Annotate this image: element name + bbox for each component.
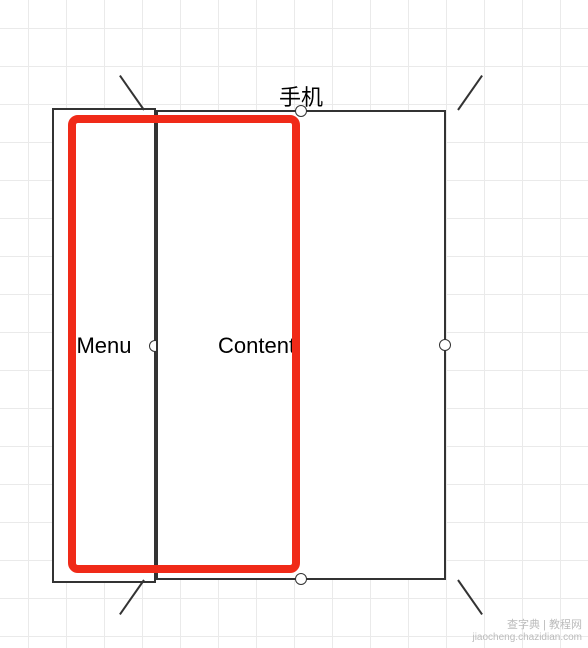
phone-box[interactable]: 手机: [156, 110, 446, 580]
content-label: Content: [218, 333, 295, 359]
menu-box[interactable]: Menu: [52, 108, 156, 583]
watermark-line2: jiaocheng.chazidian.com: [472, 632, 582, 644]
diagram-canvas: Menu 手机 Content: [0, 0, 588, 648]
corner-tick-icon: [119, 579, 145, 615]
corner-tick-icon: [457, 75, 483, 111]
watermark: 查字典 | 教程网 jiaocheng.chazidian.com: [472, 619, 582, 644]
corner-tick-icon: [457, 579, 483, 615]
handle-icon[interactable]: [295, 105, 307, 117]
corner-tick-icon: [119, 75, 145, 111]
menu-label: Menu: [76, 333, 131, 359]
handle-icon[interactable]: [439, 339, 451, 351]
watermark-line1: 查字典 | 教程网: [472, 619, 582, 632]
handle-icon[interactable]: [295, 573, 307, 585]
